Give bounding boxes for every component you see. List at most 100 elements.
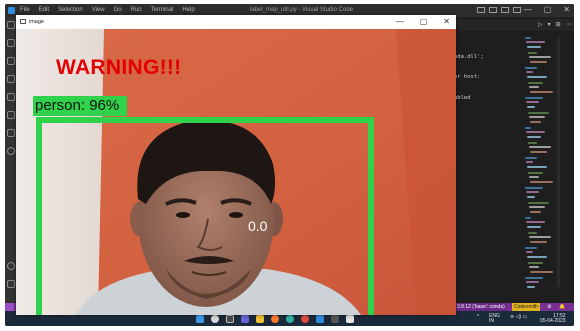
image-maximize-button[interactable]: ▢ — [420, 17, 428, 26]
task-view-icon[interactable] — [226, 315, 234, 323]
minimap-line — [528, 52, 537, 54]
minimap-line — [529, 176, 539, 178]
warning-text: WARNING!!! — [56, 56, 182, 79]
settings-sync-icon[interactable]: ⚙ — [545, 303, 553, 311]
run-file-icon[interactable]: ▷ — [538, 21, 543, 28]
tray-arrow-icon[interactable]: ^ — [477, 314, 479, 320]
vscode-minimize-button[interactable]: — — [524, 5, 532, 14]
minimap-line — [529, 146, 551, 148]
toggle-primary-sidebar-icon[interactable] — [477, 7, 485, 13]
minimap-line — [525, 247, 537, 249]
extensions-icon[interactable] — [7, 93, 15, 101]
score-overlay-text: 0.0 — [248, 218, 268, 234]
minimap-line — [529, 56, 551, 58]
github-icon[interactable] — [7, 147, 15, 155]
customize-layout-icon[interactable] — [513, 7, 521, 13]
wifi-volume-battery-icons[interactable]: ≋ ◁) ▭ — [510, 314, 527, 320]
image-close-button[interactable]: ✕ — [443, 17, 450, 26]
minimap-line — [526, 71, 533, 73]
vscode-maximize-button[interactable]: ▢ — [544, 5, 552, 14]
clock-date: 05-04-2023 — [540, 318, 566, 324]
menu-terminal[interactable]: Terminal — [151, 7, 174, 13]
chat-icon[interactable] — [241, 315, 249, 323]
minimap-line — [527, 46, 541, 48]
minimap-line — [530, 241, 547, 243]
menu-go[interactable]: Go — [114, 7, 122, 13]
menu-selection[interactable]: Selection — [58, 7, 83, 13]
minimap-line — [526, 281, 539, 283]
minimap-line — [526, 251, 533, 253]
terminal-line: oda.dll'; — [454, 54, 484, 60]
region-code: IN — [489, 318, 494, 324]
chrome-icon[interactable] — [301, 315, 309, 323]
remote-explorer-icon[interactable] — [7, 111, 15, 119]
minimap-line — [528, 82, 543, 84]
testing-icon[interactable] — [7, 129, 15, 137]
remote-indicator-icon[interactable] — [5, 303, 14, 311]
extension-status[interactable]: Codesmith — [512, 303, 540, 311]
minimap-line — [529, 266, 539, 268]
vscode-taskbar-icon[interactable] — [316, 315, 324, 323]
minimap-line — [525, 67, 537, 69]
layout-controls — [477, 7, 521, 13]
file-explorer-icon[interactable] — [256, 315, 264, 323]
minimap-line — [525, 97, 543, 99]
account-icon[interactable] — [7, 262, 15, 270]
minimap-line — [526, 221, 545, 223]
windows-start-icon[interactable] — [196, 315, 204, 323]
firefox-icon[interactable] — [271, 315, 279, 323]
editor-actions: ▷ ▾ ⊞ ⋯ — [538, 21, 572, 28]
run-debug-icon[interactable] — [7, 75, 15, 83]
minimap-line — [527, 256, 547, 258]
minimap-line — [527, 196, 535, 198]
image-minimize-button[interactable]: — — [396, 17, 404, 26]
minimap-line — [530, 61, 547, 63]
minimap-line — [530, 91, 553, 93]
run-dropdown-icon[interactable]: ▾ — [548, 21, 551, 28]
minimap-line — [527, 286, 535, 288]
more-actions-icon[interactable]: ⋯ — [566, 21, 572, 28]
toggle-secondary-sidebar-icon[interactable] — [501, 7, 509, 13]
minimap[interactable] — [525, 37, 553, 297]
minimap-line — [528, 262, 543, 264]
image-window-controls: — ▢ ✕ — [396, 17, 450, 26]
toggle-panel-icon[interactable] — [489, 7, 497, 13]
image-window[interactable]: image — ▢ ✕ WARNING!!! person: 96% 0.0 — [16, 15, 456, 315]
minimap-line — [529, 86, 539, 88]
terminal-icon[interactable] — [331, 315, 339, 323]
menu-file[interactable]: File — [20, 7, 30, 13]
terminal-line: or host: — [454, 74, 481, 80]
scrollbar[interactable] — [557, 37, 560, 287]
python-interpreter[interactable]: 3.8.12 ('base': conda) — [455, 303, 507, 311]
vscode-menu-bar: File Edit Selection View Go Run Terminal… — [20, 7, 195, 13]
search-taskbar-icon[interactable] — [211, 315, 219, 323]
menu-edit[interactable]: Edit — [39, 7, 49, 13]
manage-gear-icon[interactable] — [7, 280, 15, 288]
detection-label: person: 96% — [33, 96, 127, 116]
minimap-line — [527, 76, 547, 78]
split-editor-icon[interactable]: ⊞ — [556, 21, 561, 28]
vscode-close-button[interactable]: ✕ — [563, 5, 570, 14]
minimap-line — [526, 41, 545, 43]
edge-icon[interactable] — [286, 315, 294, 323]
image-window-title: image — [29, 19, 44, 25]
minimap-line — [530, 151, 547, 153]
terminal-line: abled — [454, 95, 471, 101]
search-icon[interactable] — [7, 39, 15, 47]
language-indicator[interactable]: ENG IN — [489, 314, 500, 324]
vscode-window-controls: — ▢ ✕ — [524, 5, 570, 14]
notifications-icon[interactable]: 🔔 — [557, 303, 567, 311]
menu-run[interactable]: Run — [131, 7, 142, 13]
minimap-line — [530, 271, 553, 273]
notepad-icon[interactable] — [346, 315, 354, 323]
image-window-titlebar[interactable]: image — ▢ ✕ — [16, 15, 456, 29]
minimap-line — [527, 226, 541, 228]
source-control-icon[interactable] — [7, 57, 15, 65]
menu-help[interactable]: Help — [182, 7, 194, 13]
clock[interactable]: 17:52 05-04-2023 — [540, 314, 566, 324]
explorer-icon[interactable] — [7, 21, 15, 29]
minimap-line — [525, 277, 543, 279]
minimap-line — [525, 157, 537, 159]
menu-view[interactable]: View — [92, 7, 105, 13]
minimap-line — [528, 202, 549, 204]
